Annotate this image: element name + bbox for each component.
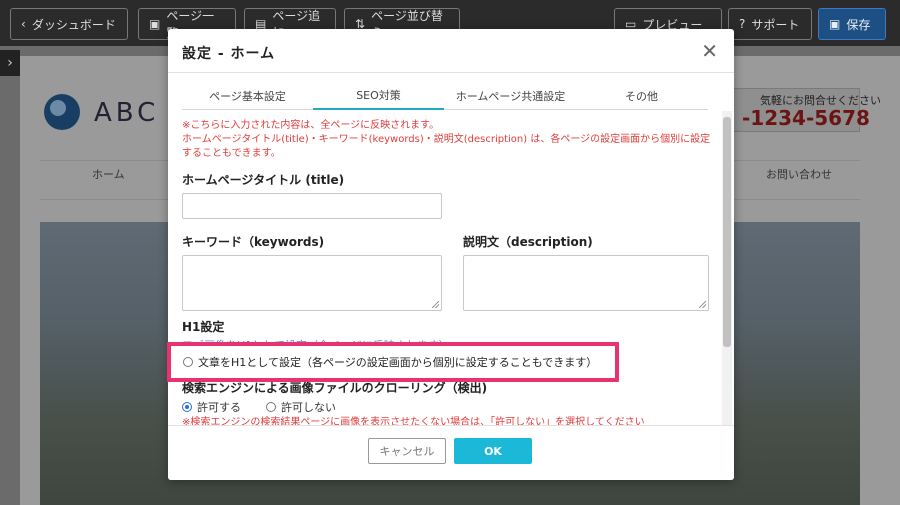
cancel-button[interactable]: キャンセル <box>368 438 446 464</box>
dashboard-label: ダッシュボード <box>31 17 116 32</box>
modal-footer: キャンセル OK <box>168 425 734 480</box>
logo-mark-icon <box>44 94 80 130</box>
crawl-allow-label: 許可する <box>197 401 241 414</box>
scroll-thumb[interactable] <box>723 117 731 347</box>
sidebar-toggle-chevron-icon[interactable]: › <box>0 50 20 76</box>
image-icon: ▣ <box>149 17 161 31</box>
radio-unchecked-icon[interactable] <box>183 357 193 367</box>
support-button[interactable]: ? サポート <box>728 8 812 40</box>
h1-label: H1設定 <box>182 320 225 334</box>
crawl-allow-option[interactable]: 許可する <box>182 399 241 415</box>
modal-header: 設定 - ホーム ✕ <box>168 29 734 73</box>
chevron-left-icon: ‹ <box>21 17 26 31</box>
radio-checked-icon[interactable] <box>182 402 192 412</box>
keywords-textarea[interactable] <box>182 255 442 311</box>
radio-unchecked-icon[interactable] <box>266 402 276 412</box>
resize-grip-icon[interactable] <box>432 301 439 308</box>
tab-page-basic[interactable]: ページ基本設定 <box>182 82 313 110</box>
support-label: サポート <box>751 17 800 32</box>
notice-line-1: ※こちらに入力された内容は、全ページに反映されます。 <box>182 120 440 131</box>
site-logo-text: ABC <box>94 98 160 128</box>
tab-seo[interactable]: SEO対策 <box>313 82 444 110</box>
notice-text: ※こちらに入力された内容は、全ページに反映されます。 ホームページタイトル(ti… <box>182 119 712 161</box>
crawl-note: ※検索エンジンの検索結果ページに画像を表示させたくない場合は、「許可しない」を選… <box>182 417 645 425</box>
crawl-deny-option[interactable]: 許可しない <box>266 399 336 415</box>
modal-scrollbar[interactable] <box>722 111 732 425</box>
save-label: 保存 <box>846 17 871 32</box>
keywords-label: キーワード（keywords) <box>182 235 325 249</box>
h1-option-text[interactable]: 文章をH1として設定（各ページの設定画面から個別に設定することもできます） <box>183 354 597 370</box>
dashboard-button[interactable]: ‹ ダッシュボード <box>10 8 128 40</box>
settings-modal: 設定 - ホーム ✕ ページ基本設定 SEO対策 ホームページ共通設定 その他 … <box>168 29 734 480</box>
tab-other[interactable]: その他 <box>576 82 707 110</box>
h1-option-text-label: 文章をH1として設定（各ページの設定画面から個別に設定することもできます） <box>198 356 598 369</box>
description-label: 説明文（description) <box>463 235 593 249</box>
resize-grip-icon[interactable] <box>699 301 706 308</box>
nav-item-home[interactable]: ホーム <box>92 166 125 182</box>
tab-common-settings[interactable]: ホームページ共通設定 <box>445 82 576 110</box>
save-icon: ▣ <box>829 17 841 31</box>
nav-item-contact[interactable]: お問い合わせ <box>766 166 832 182</box>
title-label: ホームページタイトル (title) <box>182 173 345 187</box>
modal-title: 設定 - ホーム <box>182 46 276 62</box>
description-textarea[interactable] <box>463 255 709 311</box>
close-icon[interactable]: ✕ <box>701 39 718 63</box>
crawl-deny-label: 許可しない <box>281 401 336 414</box>
homepage-title-input[interactable] <box>182 193 442 219</box>
settings-tabs: ページ基本設定 SEO対策 ホームページ共通設定 その他 <box>182 82 708 110</box>
ok-button[interactable]: OK <box>454 438 532 464</box>
help-icon: ? <box>739 17 746 31</box>
notice-line-2: ホームページタイトル(title)・キーワード(keywords)・説明文(de… <box>182 134 711 159</box>
save-button[interactable]: ▣ 保存 <box>818 8 886 40</box>
contact-tel: -1234-5678 <box>742 106 870 130</box>
